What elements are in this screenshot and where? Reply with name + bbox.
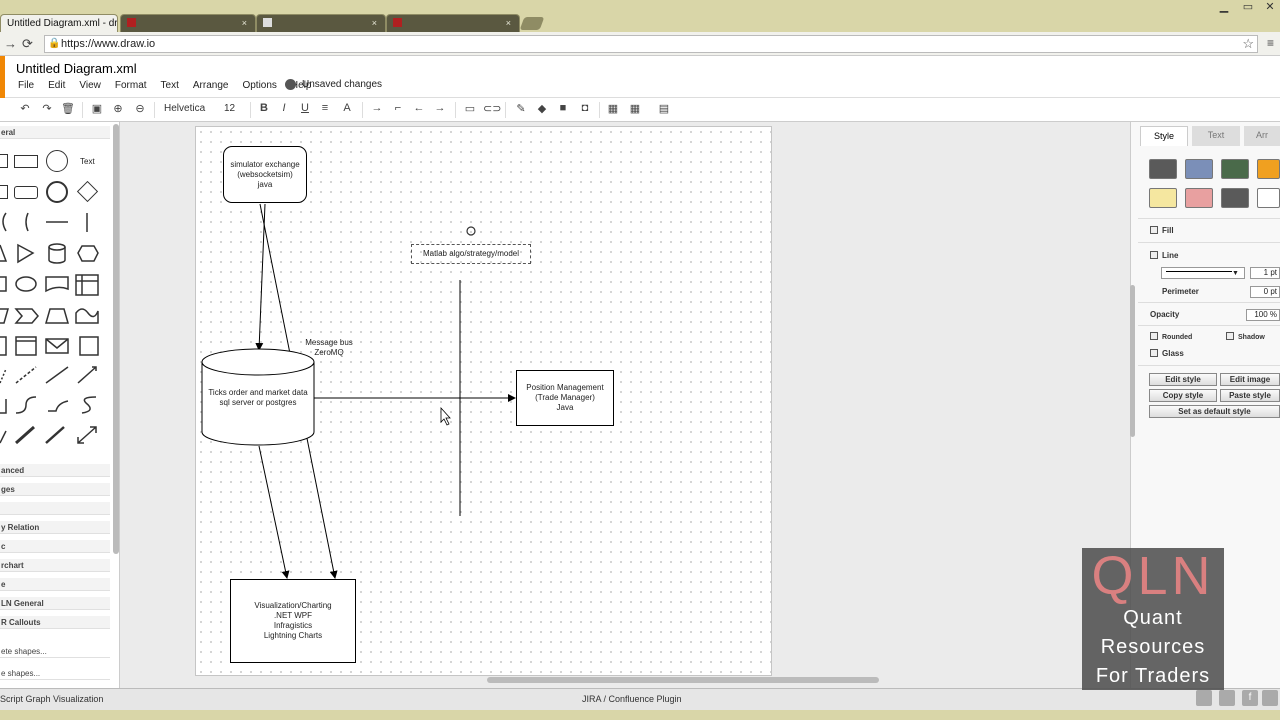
- opacity-label: Opacity: [1150, 310, 1180, 319]
- opacity-input[interactable]: 100 %: [1246, 309, 1280, 321]
- node-database-label[interactable]: Ticks order and market data sql server o…: [203, 388, 313, 408]
- checkbox-icon[interactable]: [1150, 226, 1158, 234]
- checkbox-icon[interactable]: [1150, 332, 1158, 340]
- node-simulator-exchange[interactable]: simulator exchange (websocketsim) java: [223, 146, 307, 203]
- style-swatch[interactable]: [1257, 188, 1280, 208]
- node-visualization[interactable]: Visualization/Charting .NET WPF Infragis…: [230, 579, 356, 663]
- qln-line-1: Quant: [1123, 607, 1183, 629]
- style-swatch[interactable]: [1185, 159, 1213, 179]
- copy-style-button[interactable]: Copy style: [1149, 389, 1217, 402]
- fullscreen-icon[interactable]: [1219, 690, 1235, 706]
- node-label: java: [257, 179, 273, 189]
- style-swatch[interactable]: [1149, 188, 1177, 208]
- edge-db-to-viz: [258, 445, 290, 579]
- edit-image-button[interactable]: Edit image: [1220, 373, 1280, 386]
- bottom-bar: Script Graph Visualization JIRA / Conflu…: [0, 688, 1280, 710]
- node-label: simulator exchange: [230, 159, 300, 169]
- fill-label: Fill: [1162, 226, 1174, 235]
- line-option[interactable]: Line: [1150, 251, 1178, 260]
- node-position-management[interactable]: Position Management (Trade Manager) Java: [516, 370, 614, 426]
- node-label: sql server or postgres: [219, 398, 297, 407]
- twitter-icon[interactable]: [1262, 690, 1278, 706]
- line-label: Line: [1162, 251, 1179, 260]
- style-swatch[interactable]: [1149, 159, 1177, 179]
- rotate-handle-icon: [466, 226, 476, 236]
- checkbox-icon[interactable]: [1226, 332, 1234, 340]
- qln-line-2: Resources: [1100, 636, 1206, 658]
- node-label: Visualization/Charting: [254, 601, 332, 610]
- node-matlab-selected[interactable]: Matlab algo/strategy/model: [411, 244, 531, 264]
- line-style-select[interactable]: ▼: [1161, 267, 1245, 279]
- shadow-label: Shadow: [1238, 334, 1265, 341]
- tab-style[interactable]: Style: [1140, 126, 1188, 146]
- line-width-input[interactable]: 1 pt: [1250, 267, 1280, 279]
- tab-text[interactable]: Text: [1192, 126, 1240, 146]
- style-swatch[interactable]: [1221, 159, 1249, 179]
- checkbox-icon[interactable]: [1150, 251, 1158, 259]
- node-label: (websocketsim): [237, 169, 293, 179]
- qln-line-3: For Traders: [1095, 665, 1211, 687]
- line-style-preview: [1166, 271, 1232, 272]
- label-line: ZeroMQ: [314, 348, 344, 357]
- qln-watermark: QLN Quant Resources For Traders: [1082, 548, 1224, 690]
- panel-divider: [1138, 365, 1280, 366]
- node-label: Matlab algo/strategy/model: [422, 249, 520, 258]
- style-swatch[interactable]: [1221, 188, 1249, 208]
- glass-label: Glass: [1162, 349, 1184, 358]
- node-label: Java: [556, 403, 574, 412]
- shadow-option[interactable]: Shadow: [1226, 332, 1265, 341]
- node-label: Position Management: [526, 383, 604, 392]
- facebook-icon[interactable]: f: [1242, 690, 1258, 706]
- canvas-horizontal-scrollbar[interactable]: [487, 677, 879, 683]
- panel-divider: [1138, 325, 1280, 326]
- panel-divider: [1138, 302, 1280, 303]
- node-label: Ticks order and market data: [208, 388, 308, 397]
- checkbox-icon[interactable]: [1150, 349, 1158, 357]
- fill-option[interactable]: Fill: [1150, 226, 1174, 235]
- tab-arrange[interactable]: Arr: [1244, 126, 1280, 146]
- style-swatch[interactable]: [1185, 188, 1213, 208]
- chevron-down-icon: ▼: [1232, 270, 1239, 277]
- node-label: Lightning Charts: [263, 631, 323, 640]
- node-label: (Trade Manager): [535, 393, 595, 402]
- node-label: Infragistics: [273, 621, 313, 630]
- share-icon[interactable]: [1196, 690, 1212, 706]
- edit-style-button[interactable]: Edit style: [1149, 373, 1217, 386]
- style-swatch[interactable]: [1257, 159, 1280, 179]
- format-panel-scrollbar[interactable]: [1130, 285, 1135, 437]
- panel-divider: [1138, 242, 1280, 243]
- footer-strip: [0, 710, 1280, 720]
- mouse-cursor-icon: [440, 406, 451, 426]
- set-default-style-button[interactable]: Set as default style: [1149, 405, 1280, 418]
- rounded-option[interactable]: Rounded: [1150, 332, 1192, 341]
- qln-logo: QLN: [1091, 546, 1215, 606]
- perimeter-input[interactable]: 0 pt: [1250, 286, 1280, 298]
- paste-style-button[interactable]: Paste style: [1220, 389, 1280, 402]
- bottom-link-jira-plugin[interactable]: JIRA / Confluence Plugin: [582, 694, 682, 704]
- rounded-label: Rounded: [1162, 334, 1193, 341]
- bottom-link-script-graph[interactable]: Script Graph Visualization: [0, 694, 103, 704]
- label-line: Message bus: [305, 338, 353, 347]
- label-message-bus[interactable]: Message bus ZeroMQ: [298, 338, 360, 358]
- panel-divider: [1138, 218, 1280, 219]
- perimeter-label: Perimeter: [1162, 287, 1199, 296]
- glass-option[interactable]: Glass: [1150, 349, 1184, 358]
- node-label: .NET WPF: [273, 611, 313, 620]
